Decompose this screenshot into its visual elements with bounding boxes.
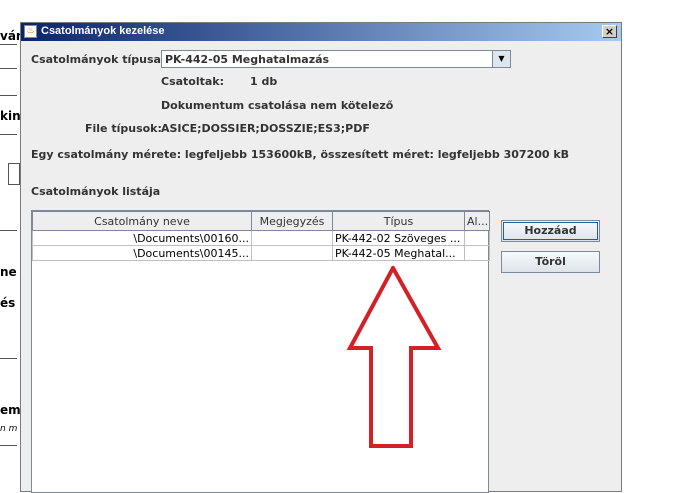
chevron-down-icon[interactable]: ▼	[492, 51, 510, 67]
bg-divider	[0, 358, 17, 359]
bg-text-fragment: vár	[0, 29, 22, 43]
table-cell[interactable]: \Documents\00145...	[32, 245, 252, 261]
window-title: Csatolmányok kezelése	[41, 25, 165, 37]
java-cup-icon: ♨	[24, 25, 37, 38]
attachment-list-title: Csatolmányok listája	[31, 185, 161, 198]
bg-text-fragment: és	[0, 296, 16, 310]
bg-text-fragment: kin	[0, 109, 21, 123]
table-row[interactable]: \Documents\00145... PK-442-05 Meghatal..…	[32, 245, 490, 261]
close-button[interactable]: ×	[602, 25, 617, 38]
bg-divider	[0, 134, 17, 135]
bg-divider	[0, 68, 17, 69]
bg-divider	[0, 445, 17, 446]
file-types-label: File típusok:	[85, 122, 162, 135]
bg-text-fragment: n m	[0, 424, 18, 434]
table-cell[interactable]	[464, 230, 490, 246]
table-cell[interactable]	[464, 245, 490, 261]
file-types-value: ASICE;DOSSIER;DOSSZIE;ES3;PDF	[161, 122, 370, 135]
table-row[interactable]: \Documents\00160... PK-442-02 Szöveges .…	[32, 230, 490, 246]
column-header-signed[interactable]: Al...	[464, 211, 490, 231]
size-limit-note: Egy csatolmány mérete: legfeljebb 153600…	[31, 148, 570, 161]
column-header-type[interactable]: Típus	[332, 211, 465, 231]
delete-button[interactable]: Töröl	[501, 251, 600, 273]
table-cell[interactable]: PK-442-05 Meghatal...	[332, 245, 465, 261]
bg-text-fragment: ne	[0, 265, 17, 279]
type-label: Csatolmányok típusa:	[31, 53, 166, 66]
table-cell[interactable]	[251, 245, 333, 261]
bg-divider	[0, 44, 17, 45]
title-bar[interactable]: ♨ Csatolmányok kezelése ×	[21, 23, 621, 41]
type-select[interactable]: PK-442-05 Meghatalmazás ▼	[161, 50, 511, 68]
attached-label: Csatoltak:	[161, 75, 225, 88]
table-cell[interactable]: \Documents\00160...	[32, 230, 252, 246]
annotation-arrow-icon	[346, 266, 442, 448]
column-header-name[interactable]: Csatolmány neve	[32, 211, 252, 231]
table-cell[interactable]: PK-442-02 Szöveges ...	[332, 230, 465, 246]
bg-divider	[0, 230, 17, 231]
attached-count: 1 db	[250, 75, 278, 88]
table-cell[interactable]	[251, 230, 333, 246]
column-header-note[interactable]: Megjegyzés	[251, 211, 333, 231]
bg-text-fragment: em	[0, 403, 21, 417]
optional-note: Dokumentum csatolása nem kötelező	[161, 99, 394, 112]
bg-input-box	[8, 163, 20, 185]
bg-divider	[0, 95, 17, 96]
type-select-value: PK-442-05 Meghatalmazás	[165, 53, 330, 66]
add-button[interactable]: Hozzáad	[501, 220, 600, 242]
attachments-dialog: ♨ Csatolmányok kezelése × Csatolmányok t…	[20, 22, 622, 493]
